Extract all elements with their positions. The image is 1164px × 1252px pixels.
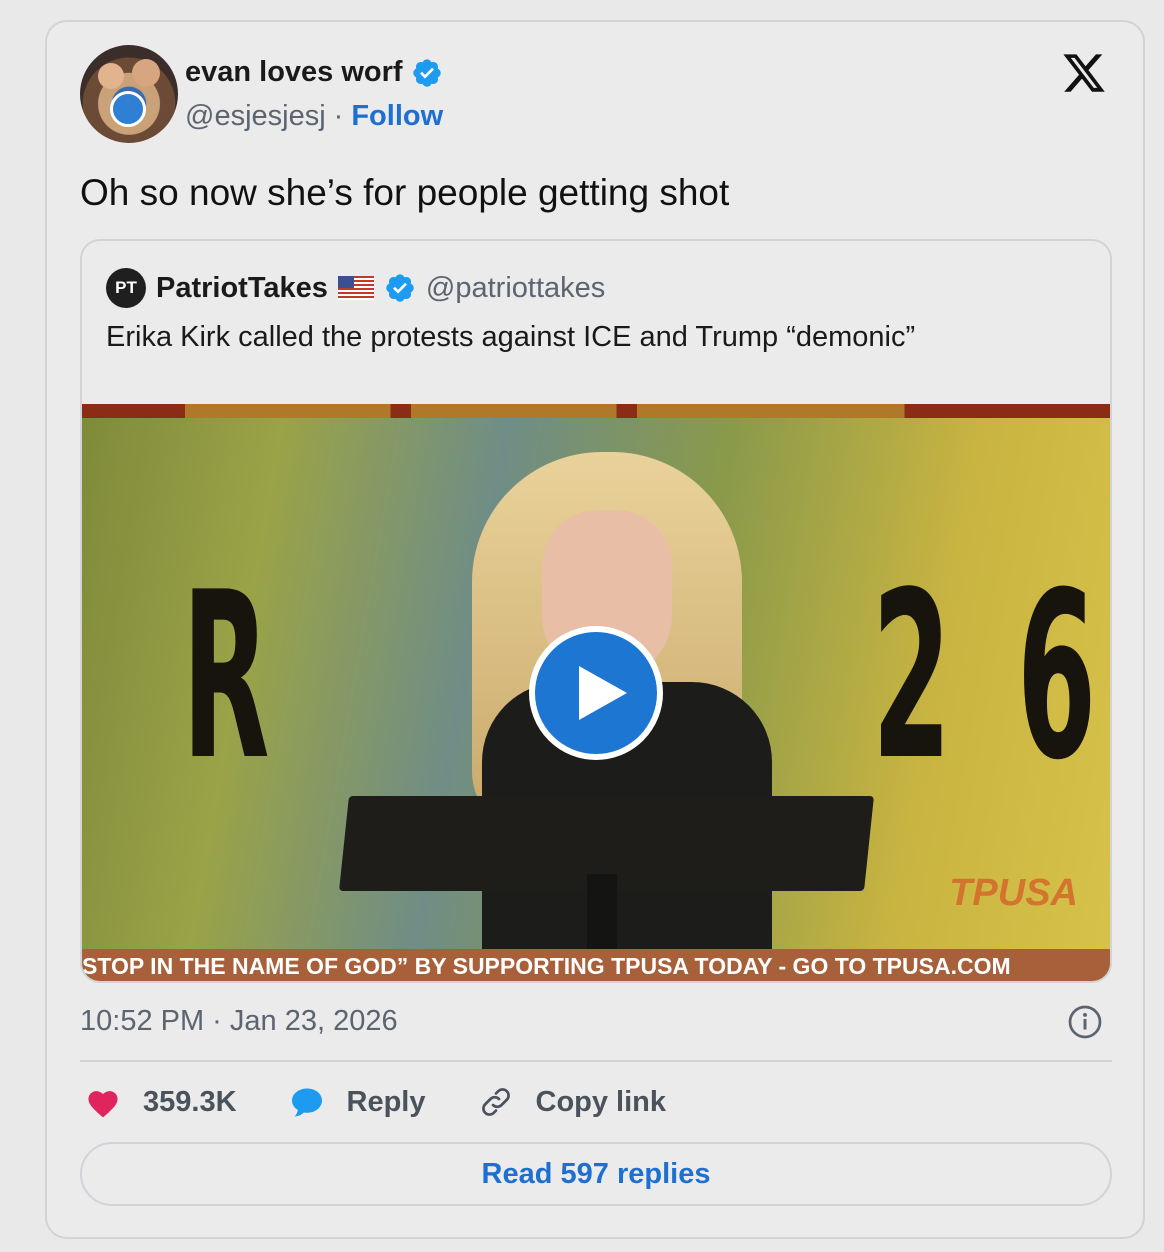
quoted-handle[interactable]: @patriottakes	[426, 272, 605, 305]
backdrop-letter: 6	[1017, 544, 1097, 811]
tweet-card: evan loves worf @esjesjesj · Follow Oh s…	[45, 20, 1145, 1239]
copy-link-label: Copy link	[535, 1085, 667, 1118]
podium-stand	[587, 874, 617, 954]
author-avatar[interactable]	[80, 45, 178, 143]
backdrop-letter: 2	[872, 544, 952, 811]
us-flag-icon	[337, 276, 374, 300]
tweet-timestamp[interactable]: 10:52 PM · Jan 23, 2026	[80, 1005, 398, 1038]
tweet-text: Oh so now she’s for people getting shot	[80, 172, 730, 213]
verified-badge-icon	[412, 58, 441, 87]
quoted-verified-badge-icon	[386, 274, 414, 302]
video-backdrop-band	[82, 404, 1110, 418]
author-handle-row: @esjesjesj · Follow	[185, 100, 443, 133]
video-watermark: TPUSA	[949, 872, 1078, 914]
link-icon	[481, 1088, 510, 1116]
reply-button[interactable]: Reply	[289, 1085, 426, 1119]
separator-dot: ·	[333, 100, 344, 132]
info-icon[interactable]	[1067, 1004, 1103, 1040]
backdrop-letter: R	[182, 544, 270, 811]
author-display-name[interactable]: evan loves worf	[185, 56, 403, 89]
reply-label: Reply	[346, 1085, 426, 1118]
action-bar: 359.3K Reply Copy link	[85, 1084, 718, 1120]
x-logo-icon[interactable]	[1061, 50, 1107, 96]
heart-icon	[88, 1091, 118, 1118]
video-player[interactable]: R 2 6 TPUSA STOP IN THE NAME OF GOD” BY …	[82, 404, 1110, 981]
likes-count: 359.3K	[143, 1085, 237, 1118]
play-button[interactable]	[529, 626, 663, 760]
read-replies-button[interactable]: Read 597 replies	[80, 1142, 1112, 1206]
like-button[interactable]: 359.3K	[85, 1086, 237, 1119]
speech-bubble-icon	[291, 1088, 322, 1117]
video-ticker: STOP IN THE NAME OF GOD” BY SUPPORTING T…	[82, 949, 1110, 981]
divider	[80, 1060, 1112, 1062]
quoted-display-name[interactable]: PatriotTakes	[156, 272, 328, 305]
avatar-person-1	[98, 63, 124, 89]
quoted-tweet[interactable]: PT PatriotTakes @patriottakes Erika Kirk…	[80, 239, 1112, 983]
author-handle[interactable]: @esjesjesj	[185, 100, 326, 133]
quoted-header: PT PatriotTakes @patriottakes	[106, 268, 605, 308]
play-icon	[579, 666, 627, 720]
quoted-text: Erika Kirk called the protests against I…	[106, 321, 916, 353]
author-name-row: evan loves worf	[185, 56, 443, 89]
avatar-person-2	[132, 59, 160, 87]
quoted-avatar[interactable]: PT	[106, 268, 146, 308]
copy-link-button[interactable]: Copy link	[478, 1084, 667, 1120]
follow-button[interactable]: Follow	[351, 100, 443, 133]
avatar-plush	[110, 91, 146, 127]
